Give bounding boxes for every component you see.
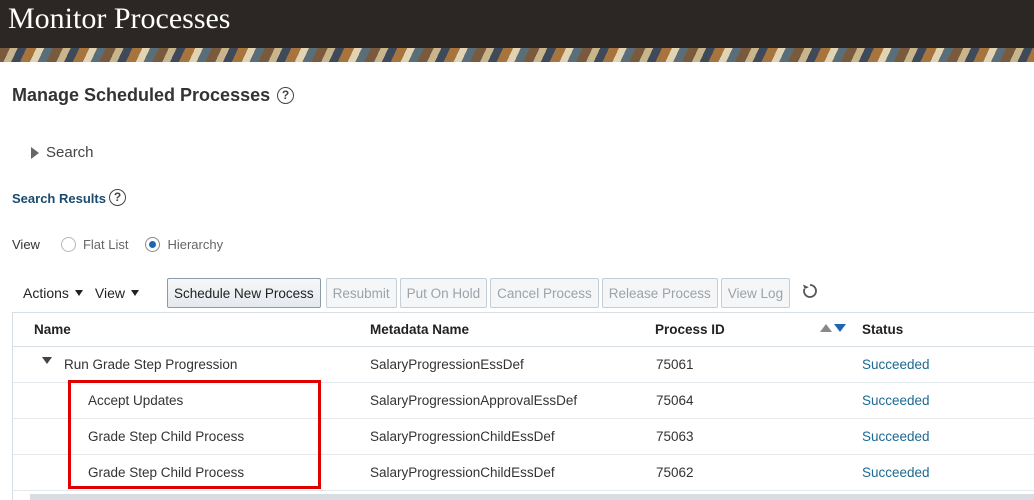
sort-descending-icon[interactable] <box>834 324 846 332</box>
process-name: Accept Updates <box>88 393 184 408</box>
banner-title: Monitor Processes <box>8 2 231 35</box>
view-label: View <box>12 237 40 252</box>
search-results-heading: Search Results <box>12 191 106 206</box>
search-label: Search <box>46 144 94 161</box>
metadata-name: SalaryProgressionApprovalEssDef <box>370 393 578 408</box>
hierarchy-label: Hierarchy <box>167 237 224 252</box>
process-name: Run Grade Step Progression <box>64 357 238 372</box>
resubmit-button[interactable]: Resubmit <box>325 278 397 308</box>
table-toolbar: Actions View Schedule New Process Resubm… <box>23 277 819 309</box>
view-selector: View Flat List Hierarchy <box>12 237 223 252</box>
help-icon[interactable]: ? <box>109 189 126 206</box>
sort-ascending-icon[interactable] <box>820 324 832 332</box>
chevron-down-icon <box>131 290 140 296</box>
help-icon[interactable]: ? <box>277 87 294 104</box>
metadata-name: SalaryProgressionChildEssDef <box>370 429 555 444</box>
process-id: 75062 <box>656 465 694 480</box>
actions-menu[interactable]: Actions <box>23 285 83 301</box>
table-row[interactable]: Grade Step Child Process SalaryProgressi… <box>13 455 1034 491</box>
status-link[interactable]: Succeeded <box>862 393 930 408</box>
status-link[interactable]: Succeeded <box>862 357 930 372</box>
process-id: 75061 <box>656 357 694 372</box>
put-on-hold-button[interactable]: Put On Hold <box>399 278 488 308</box>
horizontal-scrollbar[interactable] <box>30 494 1034 500</box>
flat-list-radio[interactable] <box>60 237 76 252</box>
view-menu[interactable]: View <box>94 285 140 301</box>
expand-right-icon <box>31 146 39 159</box>
table-row[interactable]: Accept Updates SalaryProgressionApproval… <box>13 383 1034 419</box>
flat-list-label: Flat List <box>82 237 129 252</box>
process-id: 75064 <box>656 393 694 408</box>
status-link[interactable]: Succeeded <box>862 465 930 480</box>
process-id: 75063 <box>656 429 694 444</box>
table-header: Name Metadata Name Process ID Status <box>13 313 1034 347</box>
release-process-button[interactable]: Release Process <box>601 278 718 308</box>
page-title: Manage Scheduled Processes <box>12 85 271 105</box>
hierarchy-radio[interactable] <box>145 237 161 252</box>
view-log-button[interactable]: View Log <box>720 278 791 308</box>
status-link[interactable]: Succeeded <box>862 429 930 444</box>
sort-controls <box>820 324 846 332</box>
metadata-name: SalaryProgressionEssDef <box>370 357 524 372</box>
schedule-new-process-button[interactable]: Schedule New Process <box>167 278 321 308</box>
table-row[interactable]: Grade Step Child Process SalaryProgressi… <box>13 419 1034 455</box>
processes-table: Name Metadata Name Process ID Status Run… <box>12 312 1034 500</box>
column-header-name[interactable]: Name <box>34 322 71 337</box>
column-header-status[interactable]: Status <box>862 322 903 337</box>
actions-menu-label: Actions <box>23 285 69 301</box>
metadata-name: SalaryProgressionChildEssDef <box>370 465 555 480</box>
collapse-icon[interactable] <box>42 357 52 364</box>
column-header-metadata[interactable]: Metadata Name <box>370 322 469 337</box>
page-banner: Monitor Processes <box>0 0 1034 62</box>
refresh-icon[interactable] <box>801 282 819 305</box>
search-disclosure[interactable]: Search <box>31 144 94 161</box>
process-name: Grade Step Child Process <box>88 429 245 444</box>
chevron-down-icon <box>74 290 83 296</box>
process-name: Grade Step Child Process <box>88 465 245 480</box>
column-header-process-id[interactable]: Process ID <box>655 322 725 337</box>
table-row[interactable]: Run Grade Step Progression SalaryProgres… <box>13 347 1034 383</box>
cancel-process-button[interactable]: Cancel Process <box>490 278 599 308</box>
view-menu-label: View <box>94 285 126 301</box>
banner-decoration <box>0 48 1034 62</box>
